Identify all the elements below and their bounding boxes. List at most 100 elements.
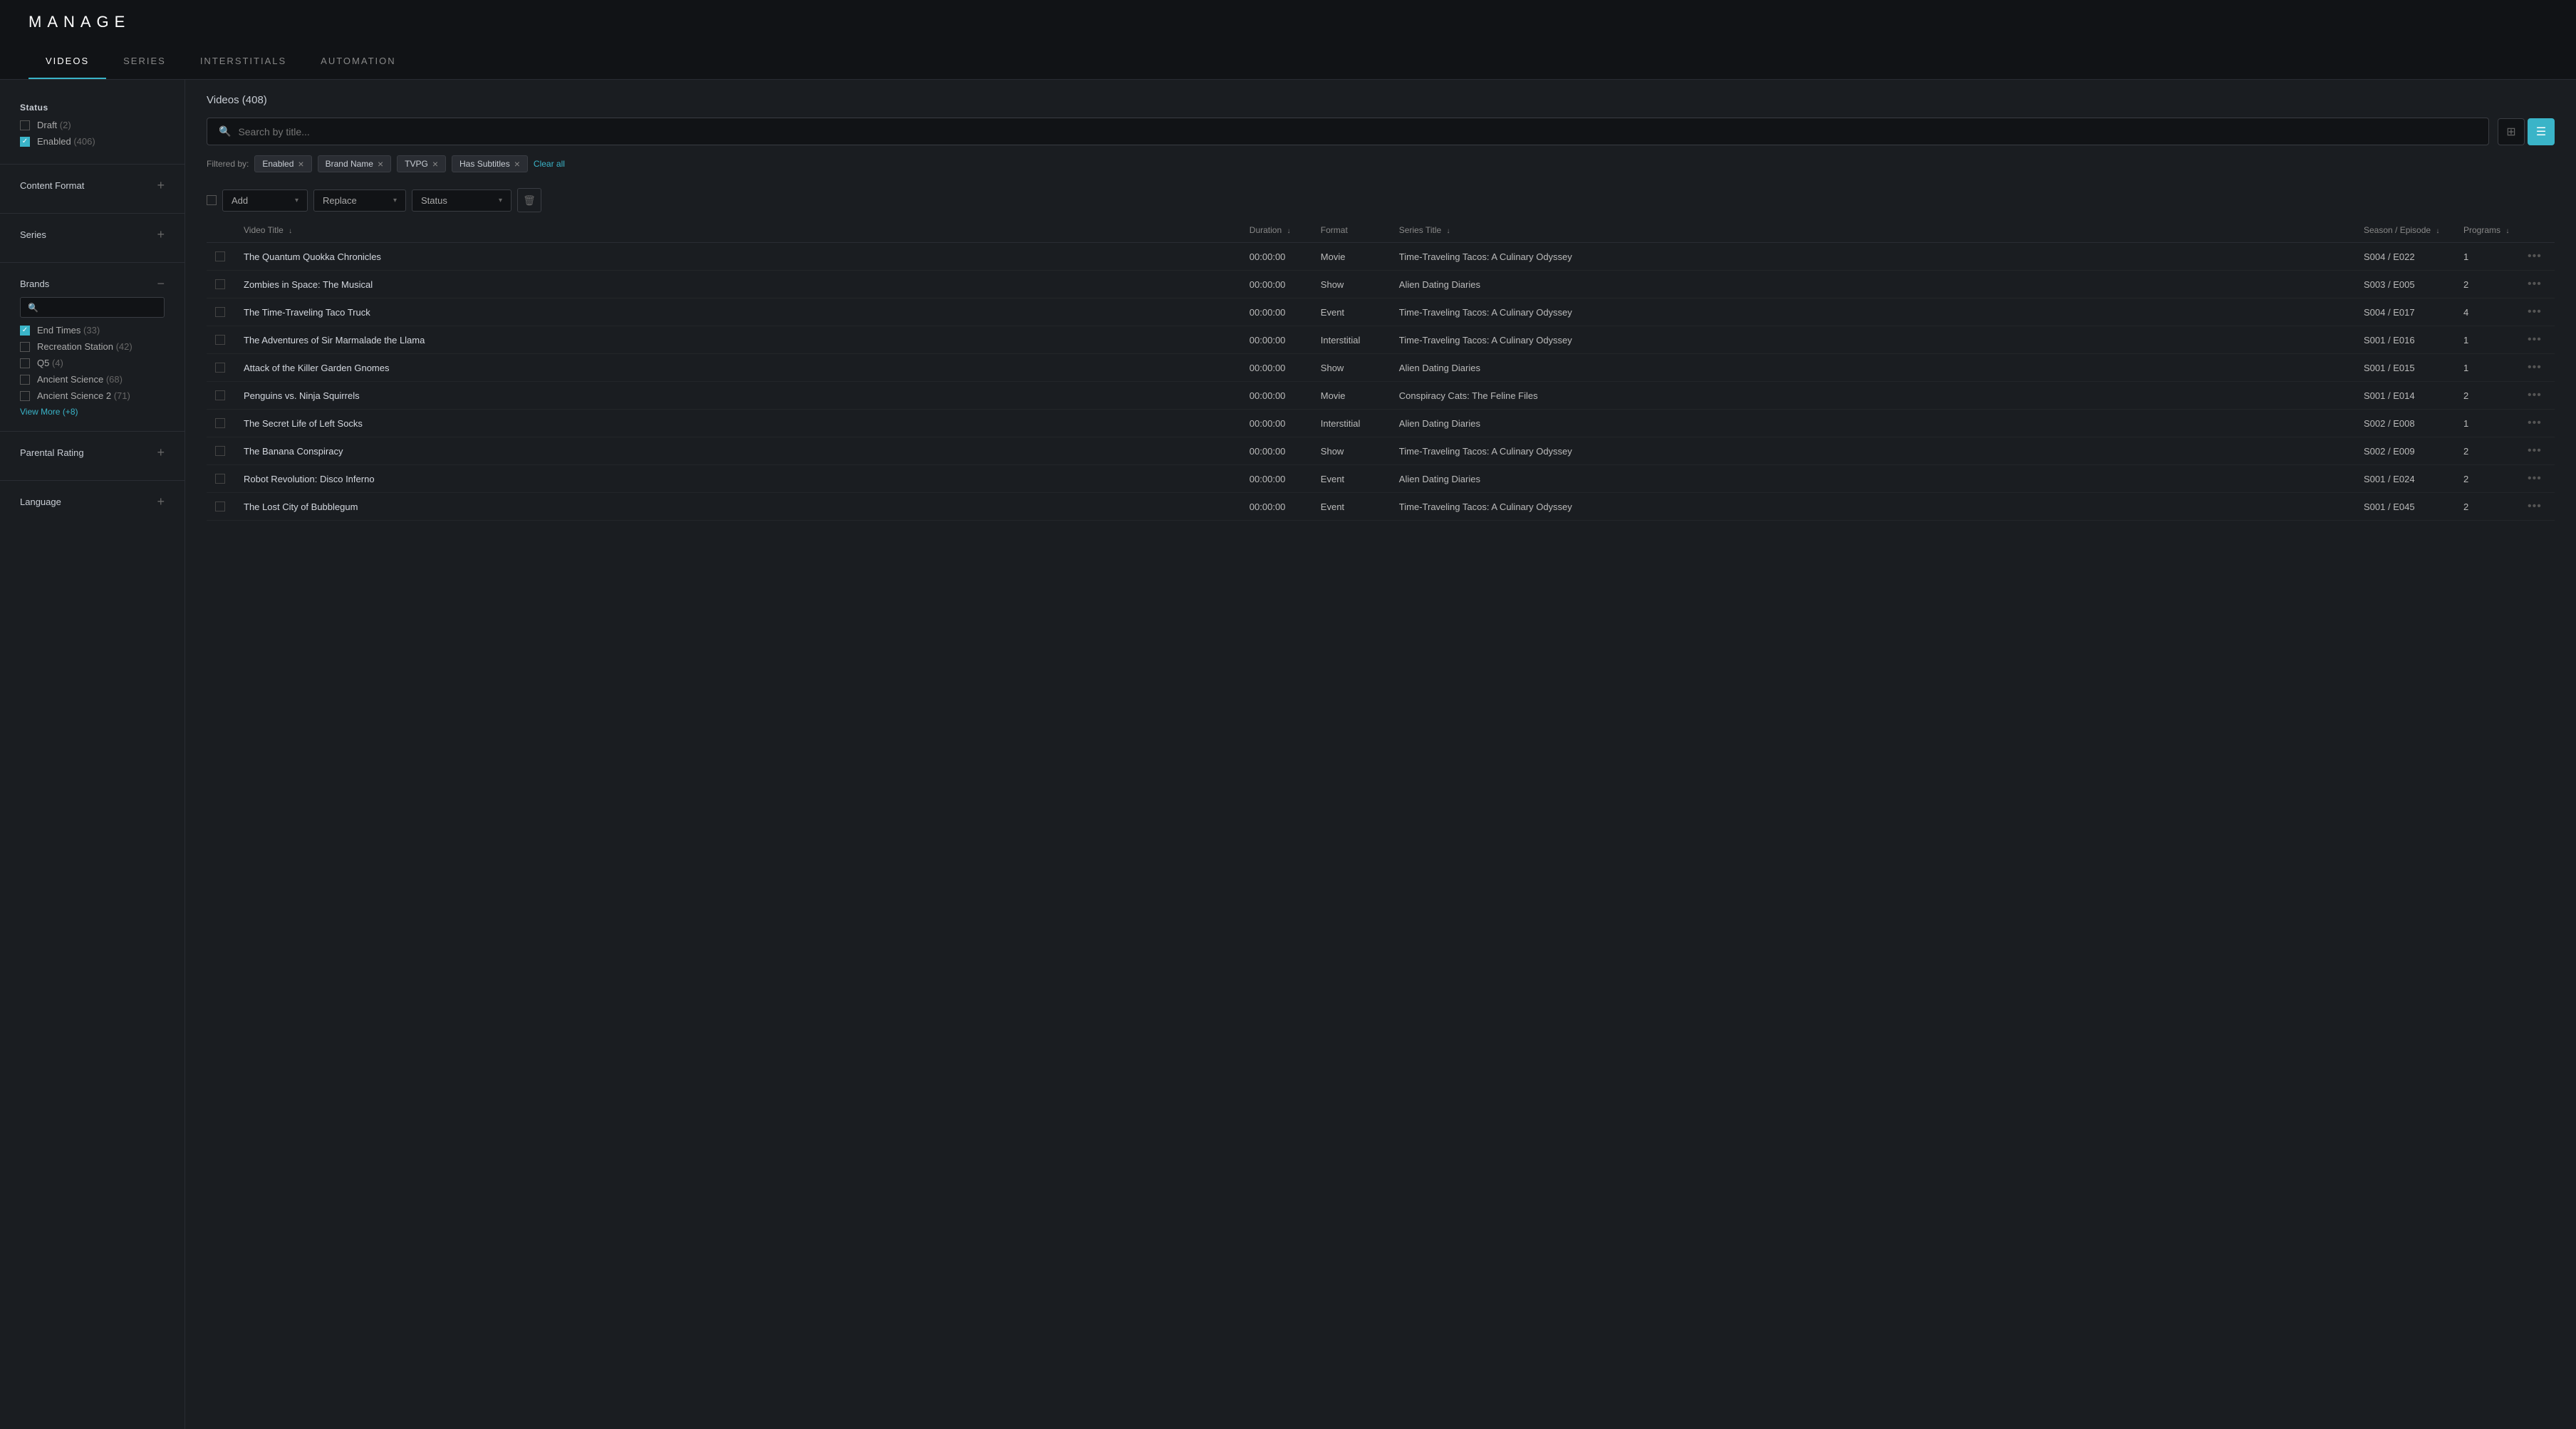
more-options-icon-9[interactable]: ••• <box>2528 500 2542 512</box>
more-options-icon-1[interactable]: ••• <box>2528 278 2542 290</box>
tab-videos[interactable]: VIDEOS <box>28 44 106 79</box>
tab-automation[interactable]: AUTOMATION <box>303 44 412 79</box>
th-programs[interactable]: Programs ↓ <box>2455 218 2519 243</box>
more-options-icon-8[interactable]: ••• <box>2528 472 2542 484</box>
videos-table: Video Title ↓ Duration ↓ Format Series T… <box>207 218 2555 521</box>
row-more-4[interactable]: ••• <box>2519 354 2555 382</box>
search-input[interactable] <box>238 126 2477 137</box>
grid-view-button[interactable]: ⊞ <box>2498 118 2525 145</box>
app-title: MANAGE <box>28 13 130 31</box>
brands-header[interactable]: Brands − <box>20 277 165 290</box>
view-more-count: (+8) <box>63 407 78 417</box>
filter-tag-tvpg-remove[interactable]: × <box>432 159 438 169</box>
status-dropdown[interactable]: Status ▾ <box>412 189 511 212</box>
sidebar-item-q5[interactable]: Q5 (4) <box>20 358 165 368</box>
row-title-4: Attack of the Killer Garden Gnomes <box>235 354 1241 382</box>
row-season-2: S004 / E017 <box>2355 298 2455 326</box>
row-series-8: Alien Dating Diaries <box>1391 465 2355 493</box>
th-series-title[interactable]: Series Title ↓ <box>1391 218 2355 243</box>
row-more-3[interactable]: ••• <box>2519 326 2555 354</box>
th-video-title[interactable]: Video Title ↓ <box>235 218 1241 243</box>
tab-series[interactable]: SERIES <box>106 44 183 79</box>
row-more-0[interactable]: ••• <box>2519 243 2555 271</box>
search-icon: 🔍 <box>219 125 231 137</box>
row-programs-9: 2 <box>2455 493 2519 521</box>
row-checkbox-1[interactable] <box>207 271 235 298</box>
ancient-science-checkbox[interactable] <box>20 375 30 385</box>
row-more-7[interactable]: ••• <box>2519 437 2555 465</box>
row-more-1[interactable]: ••• <box>2519 271 2555 298</box>
list-view-button[interactable]: ☰ <box>2528 118 2555 145</box>
row-more-2[interactable]: ••• <box>2519 298 2555 326</box>
filter-tag-brand-name-remove[interactable]: × <box>378 159 383 169</box>
more-options-icon-2[interactable]: ••• <box>2528 306 2542 318</box>
brands-search-box[interactable]: 🔍 <box>20 297 165 318</box>
ancient-science-2-checkbox[interactable] <box>20 391 30 401</box>
sidebar-item-recreation-station[interactable]: Recreation Station (42) <box>20 341 165 352</box>
add-dropdown[interactable]: Add ▾ <box>222 189 308 212</box>
th-season-episode[interactable]: Season / Episode ↓ <box>2355 218 2455 243</box>
content-format-header[interactable]: Content Format + <box>20 179 165 192</box>
row-checkbox-0[interactable] <box>207 243 235 271</box>
replace-dropdown[interactable]: Replace ▾ <box>313 189 406 212</box>
more-options-icon-6[interactable]: ••• <box>2528 417 2542 429</box>
draft-checkbox[interactable] <box>20 120 30 130</box>
content-format-expand-icon: + <box>157 179 165 192</box>
sidebar-status-label: Status <box>20 103 165 113</box>
sidebar-item-ancient-science-2[interactable]: Ancient Science 2 (71) <box>20 390 165 401</box>
sidebar-item-draft[interactable]: Draft (2) <box>20 120 165 130</box>
row-checkbox-9[interactable] <box>207 493 235 521</box>
row-duration-2: 00:00:00 <box>1241 298 1312 326</box>
main-layout: Status Draft (2) Enabled (406) Content F… <box>0 80 2576 1429</box>
row-checkbox-2[interactable] <box>207 298 235 326</box>
row-more-8[interactable]: ••• <box>2519 465 2555 493</box>
row-checkbox-8[interactable] <box>207 465 235 493</box>
search-row: 🔍 ⊞ ☰ <box>207 118 2555 145</box>
row-season-0: S004 / E022 <box>2355 243 2455 271</box>
series-header[interactable]: Series + <box>20 228 165 241</box>
q5-checkbox[interactable] <box>20 358 30 368</box>
filter-tag-has-subtitles-remove[interactable]: × <box>514 159 520 169</box>
recreation-station-checkbox[interactable] <box>20 342 30 352</box>
language-header[interactable]: Language + <box>20 495 165 508</box>
brands-search-input[interactable] <box>44 302 157 313</box>
tab-interstitials[interactable]: INTERSTITIALS <box>183 44 303 79</box>
row-checkbox-6[interactable] <box>207 410 235 437</box>
sidebar-item-enabled[interactable]: Enabled (406) <box>20 136 165 147</box>
more-options-icon-5[interactable]: ••• <box>2528 389 2542 401</box>
row-checkbox-4[interactable] <box>207 354 235 382</box>
row-more-5[interactable]: ••• <box>2519 382 2555 410</box>
row-checkbox-7[interactable] <box>207 437 235 465</box>
filter-tag-enabled-remove[interactable]: × <box>298 159 303 169</box>
more-options-icon-4[interactable]: ••• <box>2528 361 2542 373</box>
more-options-icon-7[interactable]: ••• <box>2528 445 2542 457</box>
table-row: Attack of the Killer Garden Gnomes 00:00… <box>207 354 2555 382</box>
videos-count: Videos (408) <box>207 94 2555 106</box>
sidebar-brands-section: Brands − 🔍 End Times (33) Recreation Sta… <box>0 269 185 425</box>
clear-all-button[interactable]: Clear all <box>534 159 565 169</box>
select-all-checkbox[interactable] <box>207 195 217 205</box>
row-more-9[interactable]: ••• <box>2519 493 2555 521</box>
row-checkbox-5[interactable] <box>207 382 235 410</box>
row-programs-7: 2 <box>2455 437 2519 465</box>
replace-label: Replace <box>323 195 357 206</box>
q5-label: Q5 (4) <box>37 358 63 368</box>
row-series-1: Alien Dating Diaries <box>1391 271 2355 298</box>
search-box[interactable]: 🔍 <box>207 118 2489 145</box>
sidebar-item-ancient-science[interactable]: Ancient Science (68) <box>20 374 165 385</box>
more-options-icon-3[interactable]: ••• <box>2528 333 2542 345</box>
enabled-checkbox[interactable] <box>20 137 30 147</box>
end-times-checkbox[interactable] <box>20 326 30 336</box>
recreation-station-label: Recreation Station (42) <box>37 341 133 352</box>
sidebar-item-end-times[interactable]: End Times (33) <box>20 325 165 336</box>
parental-rating-header[interactable]: Parental Rating + <box>20 446 165 459</box>
th-duration[interactable]: Duration ↓ <box>1241 218 1312 243</box>
row-more-6[interactable]: ••• <box>2519 410 2555 437</box>
row-checkbox-3[interactable] <box>207 326 235 354</box>
row-programs-6: 1 <box>2455 410 2519 437</box>
row-programs-1: 2 <box>2455 271 2519 298</box>
delete-button[interactable]: 🗑 <box>517 188 541 212</box>
more-options-icon-0[interactable]: ••• <box>2528 250 2542 262</box>
row-programs-4: 1 <box>2455 354 2519 382</box>
view-more-button[interactable]: View More (+8) <box>20 407 165 417</box>
